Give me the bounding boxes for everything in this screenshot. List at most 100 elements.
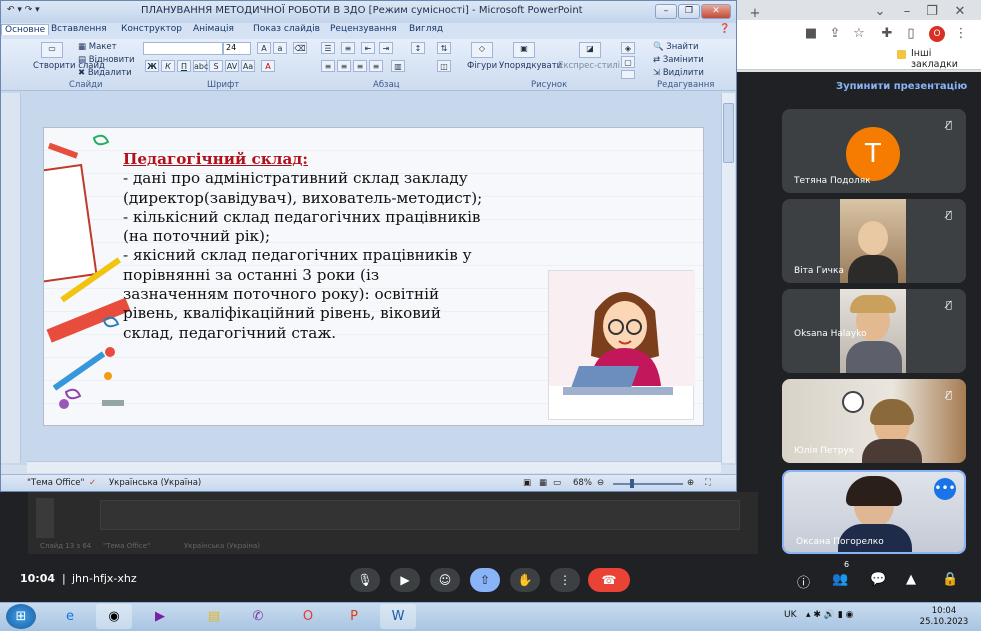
underline-icon[interactable]: П [177, 60, 191, 72]
tab-design[interactable]: Конструктор [121, 24, 182, 34]
sorter-view-icon[interactable]: ▦ [539, 478, 547, 488]
delete-button[interactable]: ✖ Видалити [78, 68, 132, 78]
tray-icons[interactable]: ▴ ✱ 🔊 ▮ ◉ [806, 610, 854, 620]
font-color-icon[interactable]: A [261, 60, 275, 72]
chat-icon[interactable]: 💬 [870, 572, 886, 587]
reset-button[interactable]: ▤ Відновити [78, 55, 135, 65]
help-icon[interactable]: ❓ [719, 24, 730, 34]
keyboard-language[interactable]: UK [784, 610, 797, 620]
clear-format-icon[interactable]: ⌫ [293, 42, 307, 54]
participant-tile[interactable]: 🎙̸ Oksana Halayko [782, 289, 966, 373]
stop-presentation-button[interactable]: Зупинити презентацію [836, 81, 967, 92]
participant-tile-self[interactable]: ••• Оксана Погорелко [782, 470, 966, 554]
numbering-icon[interactable]: ≡ [341, 42, 355, 54]
info-icon[interactable]: ⓘ [797, 572, 810, 591]
shape-effects-icon[interactable] [621, 70, 635, 79]
align-left-icon[interactable]: ≡ [321, 60, 335, 72]
activities-icon[interactable]: ▲ [906, 572, 916, 587]
camera-icon[interactable]: ■ [802, 24, 820, 44]
horizontal-scrollbar[interactable] [27, 461, 721, 473]
columns-icon[interactable]: ▥ [391, 60, 405, 72]
media-icon[interactable]: ▶ [142, 604, 178, 629]
find-button[interactable]: 🔍 Знайти [653, 42, 699, 52]
justify-icon[interactable]: ≡ [369, 60, 383, 72]
spacing-icon[interactable]: AV [225, 60, 239, 72]
zoom-slider-thumb[interactable] [630, 479, 634, 488]
sidebar-icon[interactable]: ▯ [902, 24, 920, 44]
clock-date[interactable]: 25.10.2023 [918, 617, 970, 627]
restore-icon[interactable]: ❐ [922, 2, 942, 22]
participant-tile[interactable]: 🎙̸ Юлія Петрук [782, 379, 966, 463]
shapes-button[interactable]: Фігури [467, 61, 497, 71]
smartart-icon[interactable]: ◫ [437, 60, 451, 72]
vertical-scrollbar[interactable] [721, 93, 735, 463]
zoom-in-icon[interactable]: ⊕ [687, 478, 694, 488]
other-bookmarks[interactable]: Інші закладки [911, 48, 981, 70]
shrink-font-icon[interactable]: a [273, 42, 287, 54]
case-icon[interactable]: Aa [241, 60, 255, 72]
bold-icon[interactable]: Ж [145, 60, 159, 72]
profile-avatar[interactable]: O [929, 26, 945, 42]
minimize-icon[interactable]: – [897, 2, 917, 22]
arrange-icon[interactable]: ▣ [513, 42, 535, 58]
fit-window-icon[interactable]: ⛶ [705, 478, 711, 488]
increase-indent-icon[interactable]: ⇥ [379, 42, 393, 54]
line-spacing-icon[interactable]: ↕ [411, 42, 425, 54]
shape-fill-icon[interactable]: ◈ [621, 42, 635, 54]
mic-toggle-button[interactable]: 🎙 [350, 568, 380, 592]
raise-hand-button[interactable]: ✋ [510, 568, 540, 592]
host-controls-icon[interactable]: 🔒 [942, 572, 958, 587]
chrome-icon[interactable]: ◉ [96, 604, 132, 629]
quick-styles-icon[interactable]: ◪ [579, 42, 601, 58]
arrange-button[interactable]: Упорядкувати [499, 61, 562, 71]
participant-tile[interactable]: 🎙̸ Віта Гичка [782, 199, 966, 283]
star-icon[interactable]: ☆ [850, 24, 868, 44]
emoji-button[interactable]: ☺ [430, 568, 460, 592]
shapes-icon[interactable]: ◇ [471, 42, 493, 58]
slideshow-view-icon[interactable]: ▭ [553, 478, 561, 488]
people-icon[interactable]: 👥 [832, 572, 848, 587]
align-center-icon[interactable]: ≡ [337, 60, 351, 72]
more-options-icon[interactable]: ••• [934, 478, 956, 500]
restore-button[interactable]: ❐ [678, 4, 700, 19]
shadow-icon[interactable]: S [209, 60, 223, 72]
normal-view-icon[interactable]: ▣ [523, 478, 531, 488]
slides-pane[interactable] [1, 93, 21, 463]
menu-icon[interactable]: ⋮ [952, 24, 970, 44]
viber-icon[interactable]: ✆ [240, 604, 276, 629]
text-direction-icon[interactable]: ⇅ [437, 42, 451, 54]
tab-review[interactable]: Рецензування [330, 24, 397, 34]
more-button[interactable]: ⋮ [550, 568, 580, 592]
grow-font-icon[interactable]: A [257, 42, 271, 54]
participant-tile[interactable]: T 🎙̸ Тетяна Подоляк [782, 109, 966, 193]
replace-button[interactable]: ⇄ Замінити [653, 55, 704, 65]
tab-home[interactable]: Основне [1, 24, 50, 35]
undo-icon[interactable]: ↶ ▾ ↷ ▾ [7, 5, 40, 15]
tab-animation[interactable]: Анімація [193, 24, 234, 34]
present-button[interactable]: ⇧ [470, 568, 500, 592]
select-button[interactable]: ⇲ Виділити [653, 68, 704, 78]
clock-time[interactable]: 10:04 [926, 606, 962, 616]
start-button[interactable]: ⊞ [6, 604, 36, 629]
language-status[interactable]: Українська (Україна) [109, 478, 201, 488]
spellcheck-icon[interactable]: ✓ [89, 478, 96, 488]
powerpoint-icon[interactable]: P [336, 604, 372, 629]
align-right-icon[interactable]: ≡ [353, 60, 367, 72]
tab-insert[interactable]: Вставлення [51, 24, 107, 34]
slide-canvas[interactable]: Педагогічний склад: - дані про адміністр… [43, 127, 704, 426]
strike-icon[interactable]: abc [193, 60, 208, 72]
minimize-button[interactable]: – [655, 4, 677, 19]
zoom-slider[interactable] [613, 483, 683, 485]
folder-icon[interactable]: ▤ [196, 604, 232, 629]
close-icon[interactable]: ✕ [950, 2, 970, 22]
decrease-indent-icon[interactable]: ⇤ [361, 42, 375, 54]
chevron-down-icon[interactable]: ⌄ [870, 2, 890, 22]
extensions-icon[interactable]: ✚ [878, 24, 896, 44]
opera-icon[interactable]: O [290, 604, 326, 629]
tab-slideshow[interactable]: Показ слайдів [253, 24, 320, 34]
shape-outline-icon[interactable]: ▢ [621, 56, 635, 68]
new-slide-icon[interactable]: ▭ [41, 42, 63, 58]
bullets-icon[interactable]: ☰ [321, 42, 335, 54]
tab-view[interactable]: Вигляд [409, 24, 443, 34]
close-button[interactable]: ✕ [701, 4, 731, 19]
